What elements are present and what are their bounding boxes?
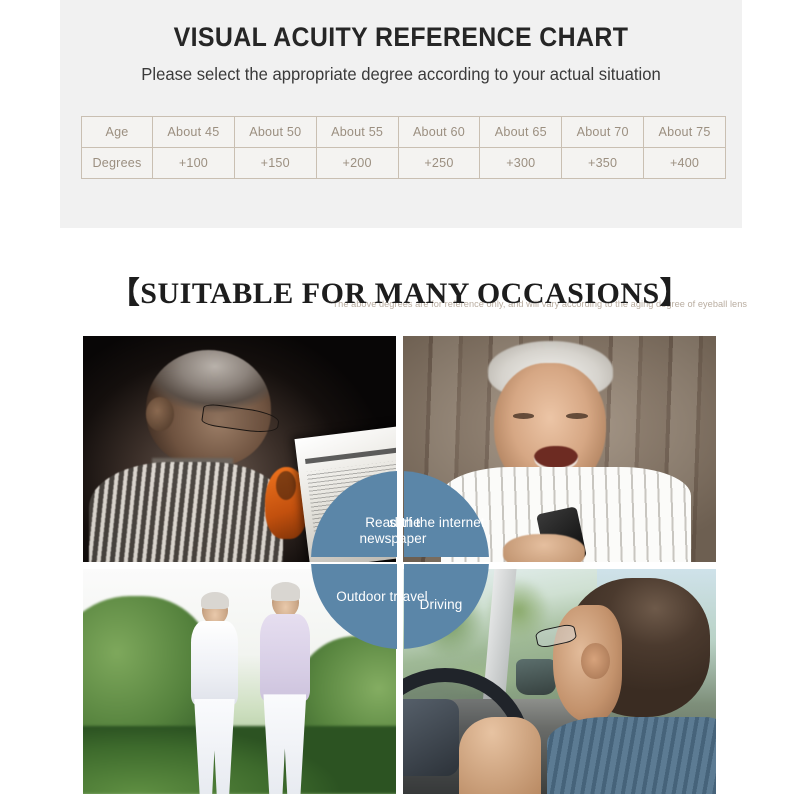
degree-cell-5: +300 <box>479 147 563 179</box>
table-row-age: Age About 45 About 50 About 55 About 60 … <box>81 116 726 148</box>
reference-panel: VISUAL ACUITY REFERENCE CHART Please sel… <box>60 0 747 309</box>
age-cell-3: About 55 <box>315 116 399 148</box>
degree-cell-3: +200 <box>315 147 399 179</box>
degree-cell-2: +150 <box>233 147 317 179</box>
occasion-cell-read-newspaper <box>83 336 396 562</box>
occasion-cell-driving <box>403 568 716 794</box>
page-title: VISUAL ACUITY REFERENCE CHART <box>173 22 629 52</box>
age-cell-6: About 70 <box>561 116 645 148</box>
row-header-age: Age <box>81 116 153 148</box>
visual-acuity-table: Age About 45 About 50 About 55 About 60 … <box>81 116 726 179</box>
occasions-photo-grid <box>83 336 716 794</box>
row-header-degrees: Degrees <box>81 147 153 179</box>
photo-elderly-man-driving-car <box>403 568 716 794</box>
age-cell-7: About 75 <box>643 116 726 148</box>
occasions-heading: 【SUITABLE FOR MANY OCCASIONS】 <box>109 277 691 310</box>
occasion-cell-surf-internet <box>403 336 716 562</box>
photo-elderly-couple-walking-outdoors <box>83 568 396 794</box>
photo-elderly-man-reading-newspaper <box>83 336 396 562</box>
age-cell-5: About 65 <box>479 116 563 148</box>
degree-cell-1: +100 <box>152 147 235 179</box>
age-cell-4: About 60 <box>397 116 481 148</box>
occasion-cell-outdoor-travel <box>83 568 396 794</box>
degree-cell-4: +250 <box>397 147 481 179</box>
degree-cell-7: +400 <box>643 147 726 179</box>
page-subtitle: Please select the appropriate degree acc… <box>141 64 661 84</box>
age-cell-1: About 45 <box>152 116 235 148</box>
age-cell-2: About 50 <box>233 116 317 148</box>
acuity-table-wrap: Age About 45 About 50 About 55 About 60 … <box>81 116 747 309</box>
table-row-degrees: Degrees +100 +150 +200 +250 +300 +350 +4… <box>81 147 726 179</box>
photo-elderly-man-using-smartphone <box>403 336 716 562</box>
degree-cell-6: +350 <box>561 147 645 179</box>
